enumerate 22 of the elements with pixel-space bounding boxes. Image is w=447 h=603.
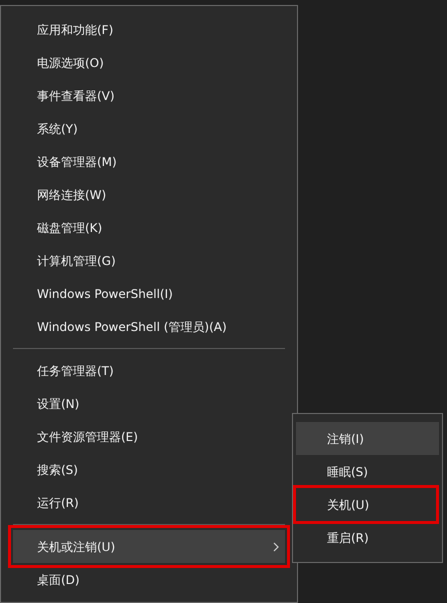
menu-item[interactable]: 桌面(D) — [13, 563, 285, 596]
menu-item[interactable]: 计算机管理(G) — [13, 244, 285, 277]
menu-item[interactable]: 磁盘管理(K) — [13, 211, 285, 244]
menu-item[interactable]: 应用和功能(F) — [13, 13, 285, 46]
menu-item[interactable]: 睡眠(S) — [296, 455, 439, 488]
menu-item[interactable]: Windows PowerShell(I) — [13, 277, 285, 310]
menu-item[interactable]: 重启(R) — [296, 521, 439, 554]
menu-item[interactable]: 关机(U) — [296, 488, 436, 521]
menu-item[interactable]: 系统(Y) — [13, 112, 285, 145]
menu-item[interactable]: 注销(I) — [296, 422, 439, 455]
menu-item[interactable]: Windows PowerShell (管理员)(A) — [13, 310, 285, 343]
menu-item[interactable]: 网络连接(W) — [13, 178, 285, 211]
menu-item[interactable]: 关机或注销(U) — [13, 530, 285, 563]
chevron-right-icon — [273, 542, 279, 552]
menu-item[interactable]: 文件资源管理器(E) — [13, 420, 285, 453]
menu-item[interactable]: 电源选项(O) — [13, 46, 285, 79]
menu-item[interactable]: 任务管理器(T) — [13, 354, 285, 387]
menu-item[interactable]: 运行(R) — [13, 486, 285, 519]
menu-item[interactable]: 搜索(S) — [13, 453, 285, 486]
menu-item[interactable]: 设备管理器(M) — [13, 145, 285, 178]
menu-item[interactable]: 设置(N) — [13, 387, 285, 420]
menu-item[interactable]: 事件查看器(V) — [13, 79, 285, 112]
